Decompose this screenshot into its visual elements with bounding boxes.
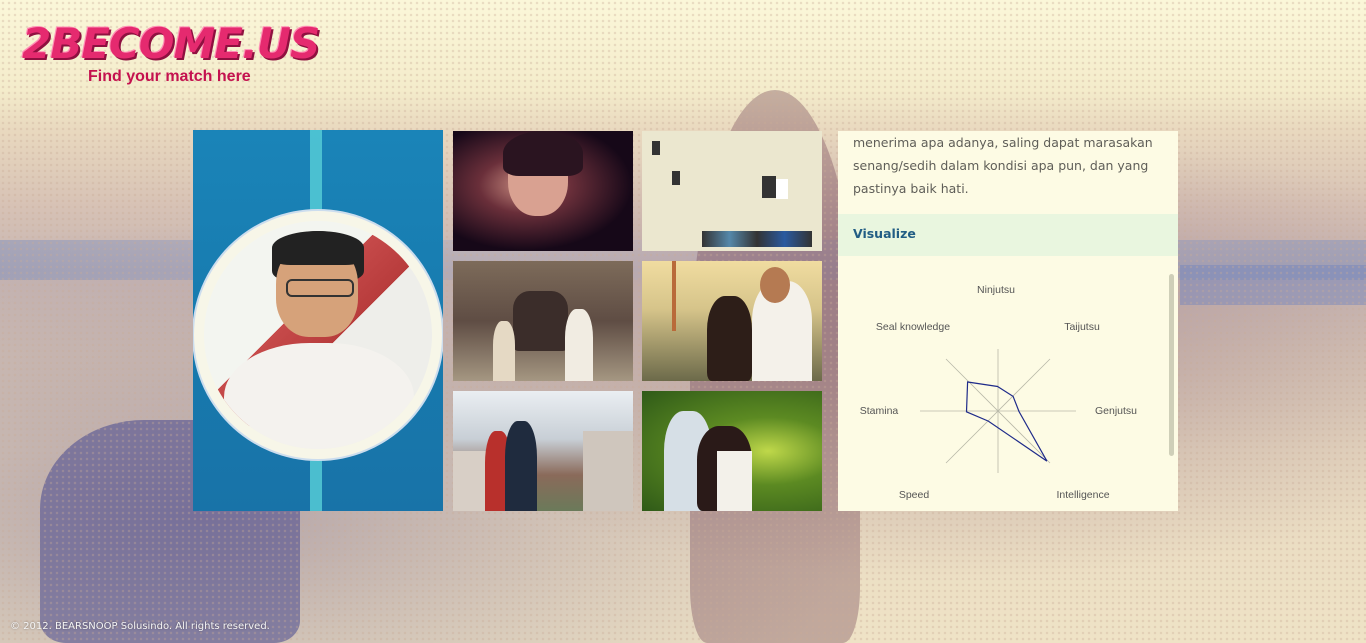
- gallery-photo-5[interactable]: [453, 391, 633, 511]
- visualize-title: Visualize: [853, 226, 916, 241]
- profile-card: [193, 130, 443, 511]
- radar-axis-label: Speed: [899, 489, 930, 501]
- panel-scrollbar[interactable]: [1169, 274, 1174, 456]
- profile-photo-frame: [194, 211, 442, 459]
- profile-photo[interactable]: [204, 221, 432, 449]
- gallery-photo-6[interactable]: [642, 391, 822, 511]
- radar-series-polygon: [965, 381, 1048, 462]
- radar-axis-label: Ninjutsu: [977, 284, 1015, 296]
- radar-axis-label: Genjutsu: [1095, 405, 1137, 417]
- radar-axis-label: Taijutsu: [1064, 321, 1100, 333]
- gallery-photo-3[interactable]: [453, 261, 633, 381]
- gallery-photo-2[interactable]: [642, 131, 822, 251]
- radar-axis-label: Seal knowledge: [876, 321, 950, 333]
- site-logo[interactable]: 2BECOME.US Find your match here: [22, 19, 320, 86]
- logo-tagline: Find your match here: [88, 68, 251, 85]
- footer-copyright: © 2012. BEARSNOOP Solusindo. All rights …: [10, 621, 270, 632]
- logo-name: 2BECOME.US: [22, 19, 320, 68]
- radar-chart: Ninjutsu Taijutsu Genjutsu Intelligence Spee…: [860, 284, 1137, 501]
- radar-axis-label: Intelligence: [1056, 489, 1109, 501]
- profile-detail-panel: menerima apa adanya, saling dapat marasa…: [838, 131, 1178, 511]
- gallery-photo-4[interactable]: [642, 261, 822, 381]
- gallery-photo-1[interactable]: [453, 131, 633, 251]
- profile-description: menerima apa adanya, saling dapat marasa…: [853, 135, 1153, 196]
- radar-axis-label: Stamina: [860, 405, 899, 417]
- visualize-header[interactable]: Visualize: [838, 214, 1178, 256]
